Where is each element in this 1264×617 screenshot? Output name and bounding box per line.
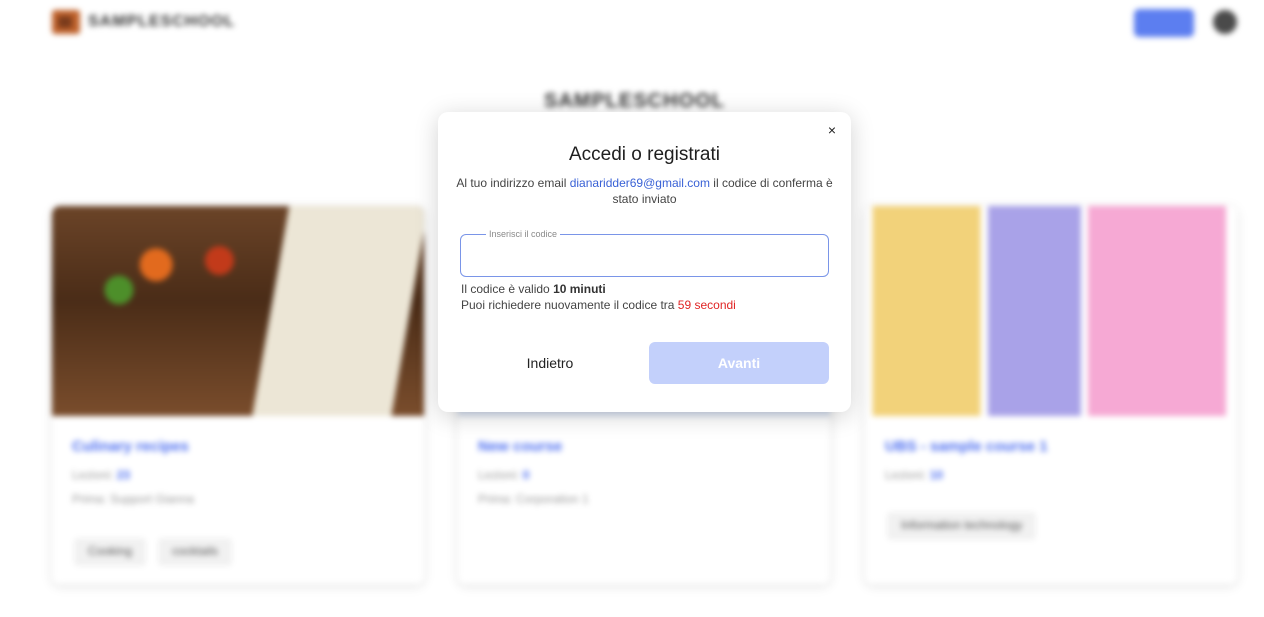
course-title[interactable]: Culinary recipes [72, 438, 189, 455]
course-card[interactable]: Culinary recipes Lezioni: 23 Prima: Supp… [52, 206, 424, 584]
brand-name: SAMPLESCHOOL [88, 13, 236, 30]
brand-logo[interactable]: SAMPLESCHOOL [52, 10, 235, 34]
login-button[interactable] [1134, 9, 1194, 37]
course-image [52, 206, 424, 416]
code-validity-text: Il codice è valido 10 minuti [461, 282, 606, 296]
course-title[interactable]: UBS - sample course 1 [885, 438, 1048, 455]
close-icon[interactable]: × [824, 122, 840, 138]
lessons-count: Lezioni: 0 [478, 468, 530, 482]
course-author: Prima: Support Gianna [72, 492, 195, 506]
next-button[interactable]: Avanti [649, 342, 829, 384]
page: SAMPLESCHOOL SAMPLESCHOOL Culinary recip… [0, 0, 1264, 617]
user-avatar-icon[interactable] [1213, 10, 1237, 34]
course-card[interactable]: UBS - sample course 1 Lezioni: 10 Inform… [865, 206, 1237, 584]
code-input[interactable] [461, 235, 828, 276]
course-author: Prima: Corporation 1 [478, 492, 589, 506]
modal-title: Accedi o registrati [568, 144, 720, 165]
course-image [865, 206, 1237, 416]
course-tag[interactable]: cocktails [158, 538, 233, 566]
resend-info-text: Puoi richiedere nuovamente il codice tra… [461, 298, 736, 312]
top-bar: SAMPLESCHOOL [0, 0, 1264, 46]
code-field-label: Inserisci il codice [486, 229, 561, 239]
resend-countdown: 59 secondi [677, 298, 736, 312]
description-text: Al tuo indirizzo email [456, 176, 570, 190]
code-field[interactable] [460, 234, 829, 277]
logo-icon [52, 10, 80, 34]
course-title[interactable]: New course [478, 438, 562, 455]
lessons-count: Lezioni: 10 [885, 468, 944, 482]
school-title: SAMPLESCHOOL [544, 90, 725, 112]
back-button[interactable]: Indietro [460, 342, 640, 384]
email-address: dianaridder69@gmail.com [569, 176, 710, 190]
lessons-count: Lezioni: 23 [72, 468, 131, 482]
modal-description: Al tuo indirizzo email dianaridder69@gma… [452, 175, 837, 207]
course-tag[interactable]: Information technology [887, 512, 1037, 540]
course-tag[interactable]: Cooking [74, 538, 147, 566]
validity-duration: 10 minuti [553, 282, 606, 296]
